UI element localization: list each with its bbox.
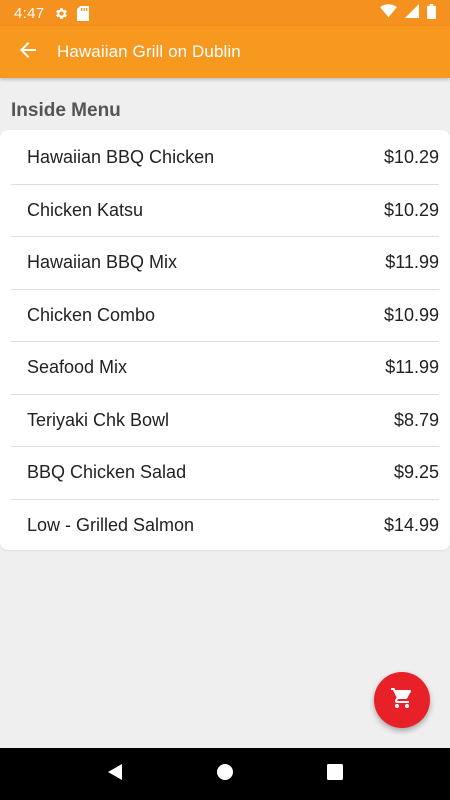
menu-item-price: $9.25	[393, 462, 439, 483]
back-button[interactable]	[0, 26, 56, 78]
nav-recents-button[interactable]	[311, 750, 359, 798]
status-bar: 4:47	[0, 0, 450, 26]
menu-item[interactable]: BBQ Chicken Salad $9.25	[11, 447, 439, 500]
wifi-icon	[380, 4, 397, 22]
menu-item[interactable]: Hawaiian BBQ Mix $11.99	[11, 237, 439, 290]
menu-list: Hawaiian BBQ Chicken $10.29 Chicken Kats…	[0, 130, 450, 550]
status-time: 4:47	[14, 4, 45, 22]
nav-back-button[interactable]	[91, 750, 139, 798]
section-title: Inside Menu	[11, 100, 121, 121]
menu-item[interactable]: Teriyaki Chk Bowl $8.79	[11, 395, 439, 447]
signal-icon	[405, 4, 419, 22]
menu-item-name: Chicken Katsu	[27, 199, 144, 220]
menu-item-name: BBQ Chicken Salad	[27, 462, 187, 483]
shopping-cart-icon	[390, 686, 414, 715]
arrow-back-icon	[16, 38, 40, 67]
menu-item-price: $11.99	[385, 252, 439, 273]
menu-item-name: Low - Grilled Salmon	[27, 515, 195, 536]
menu-item-price: $11.99	[385, 357, 439, 378]
sd-card-icon	[77, 5, 90, 21]
menu-item[interactable]: Chicken Katsu $10.29	[11, 185, 439, 237]
menu-item-price: $14.99	[383, 515, 439, 536]
menu-item-name: Teriyaki Chk Bowl	[27, 409, 170, 430]
recents-square-icon	[327, 763, 343, 785]
page-title: Hawaiian Grill on Dublin	[57, 42, 241, 61]
system-nav-bar	[0, 748, 450, 800]
menu-item-price: $10.29	[383, 199, 439, 220]
cart-button[interactable]	[374, 672, 430, 728]
menu-item[interactable]: Hawaiian BBQ Chicken $10.29	[11, 132, 439, 185]
nav-home-button[interactable]	[201, 750, 249, 798]
menu-item-price: $10.29	[383, 147, 439, 168]
home-circle-icon	[216, 763, 234, 786]
menu-item-name: Chicken Combo	[27, 304, 156, 325]
settings-icon	[54, 6, 69, 21]
menu-item-price: $8.79	[393, 409, 439, 430]
menu-item-name: Hawaiian BBQ Chicken	[27, 147, 215, 168]
menu-item-name: Seafood Mix	[27, 357, 128, 378]
menu-item[interactable]: Seafood Mix $11.99	[11, 342, 439, 395]
menu-item-price: $10.99	[383, 304, 439, 325]
back-triangle-icon	[106, 763, 124, 786]
app-bar: Hawaiian Grill on Dublin	[0, 26, 450, 78]
menu-item[interactable]: Low - Grilled Salmon $14.99	[11, 500, 439, 553]
battery-icon	[427, 3, 436, 23]
menu-item[interactable]: Chicken Combo $10.99	[11, 290, 439, 342]
menu-item-name: Hawaiian BBQ Mix	[27, 252, 178, 273]
